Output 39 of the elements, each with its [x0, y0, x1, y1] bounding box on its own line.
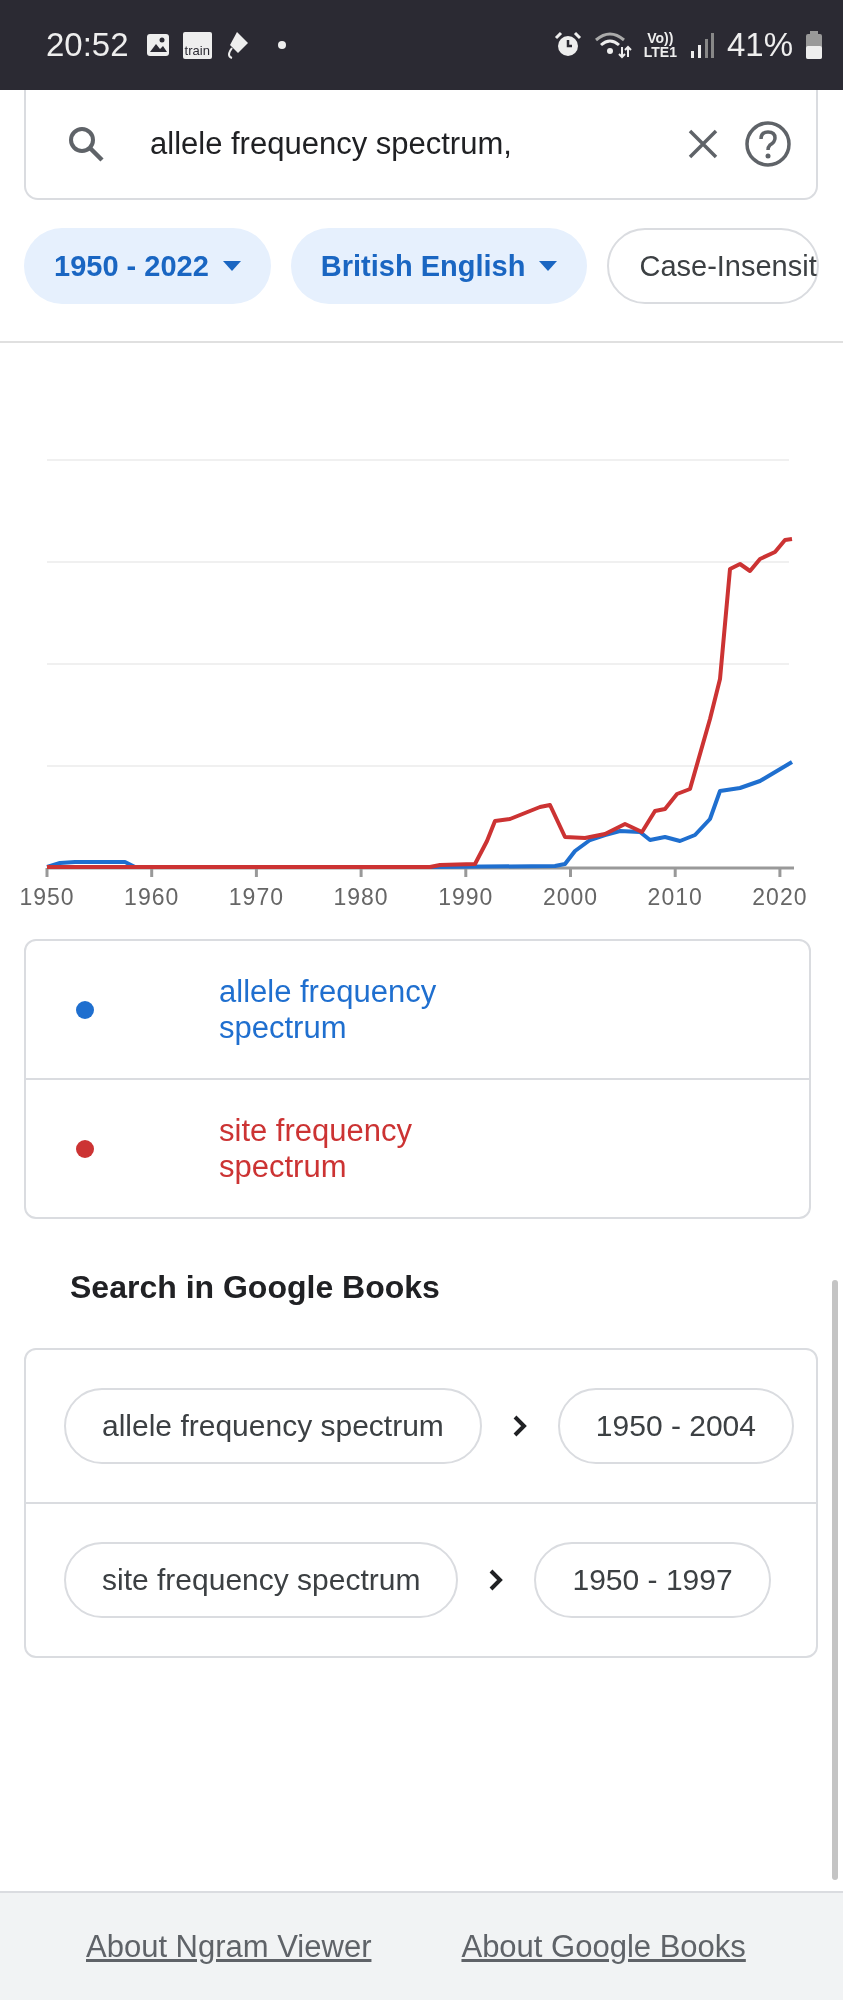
footer-link[interactable]: About Google Books [461, 1928, 746, 1965]
axis-label: 2020 [752, 884, 808, 910]
signal-icon [688, 31, 715, 59]
scrollbar[interactable] [832, 1280, 838, 1880]
section-heading: Search in Google Books [70, 1269, 441, 1306]
chevron-icon [488, 1568, 505, 1592]
range-chip[interactable]: 1950 - 1997 [534, 1542, 771, 1618]
legend-link[interactable]: site frequency spectrum [219, 1112, 499, 1185]
legend-link[interactable]: allele frequency spectrum [219, 973, 499, 1046]
axis-label: 2010 [647, 884, 703, 910]
search-field[interactable]: allele frequency spectrum, [130, 126, 662, 162]
axis-label: 1990 [438, 884, 494, 910]
chevron-icon [511, 1414, 528, 1438]
battery-icon [805, 30, 823, 60]
option-chip[interactable]: Case-Insensit [607, 228, 819, 304]
clock-time: 20:52 [46, 26, 129, 64]
battery-percent: 41% [726, 26, 793, 64]
query-chip[interactable]: allele frequency spectrum [64, 1388, 482, 1464]
help-icon[interactable] [744, 120, 792, 168]
axis-label: 1970 [228, 884, 284, 910]
axis-label: 1980 [333, 884, 389, 910]
query-chip[interactable]: site frequency spectrum [64, 1542, 459, 1618]
range-chip[interactable]: 1950 - 2004 [557, 1388, 794, 1464]
footer-link[interactable]: About Ngram Viewer [86, 1928, 372, 1965]
search-icon [66, 124, 106, 164]
axis-label: 2000 [542, 884, 599, 910]
close-icon[interactable] [686, 127, 720, 161]
image-icon [144, 32, 171, 58]
network-label: Vo)) LTE1 [643, 31, 677, 59]
dropdown-chip[interactable]: 1950 - 2022 [24, 228, 271, 304]
dot-icon [277, 41, 286, 49]
wifi-icon [593, 31, 632, 59]
caret-icon [539, 261, 558, 271]
alarm-icon [553, 31, 582, 59]
axis-label: 1960 [124, 884, 180, 910]
axis-label: 1950 [19, 884, 75, 910]
dropdown-chip[interactable]: British English [290, 228, 588, 304]
app-badge: train [182, 31, 212, 59]
caret-icon [222, 261, 241, 271]
